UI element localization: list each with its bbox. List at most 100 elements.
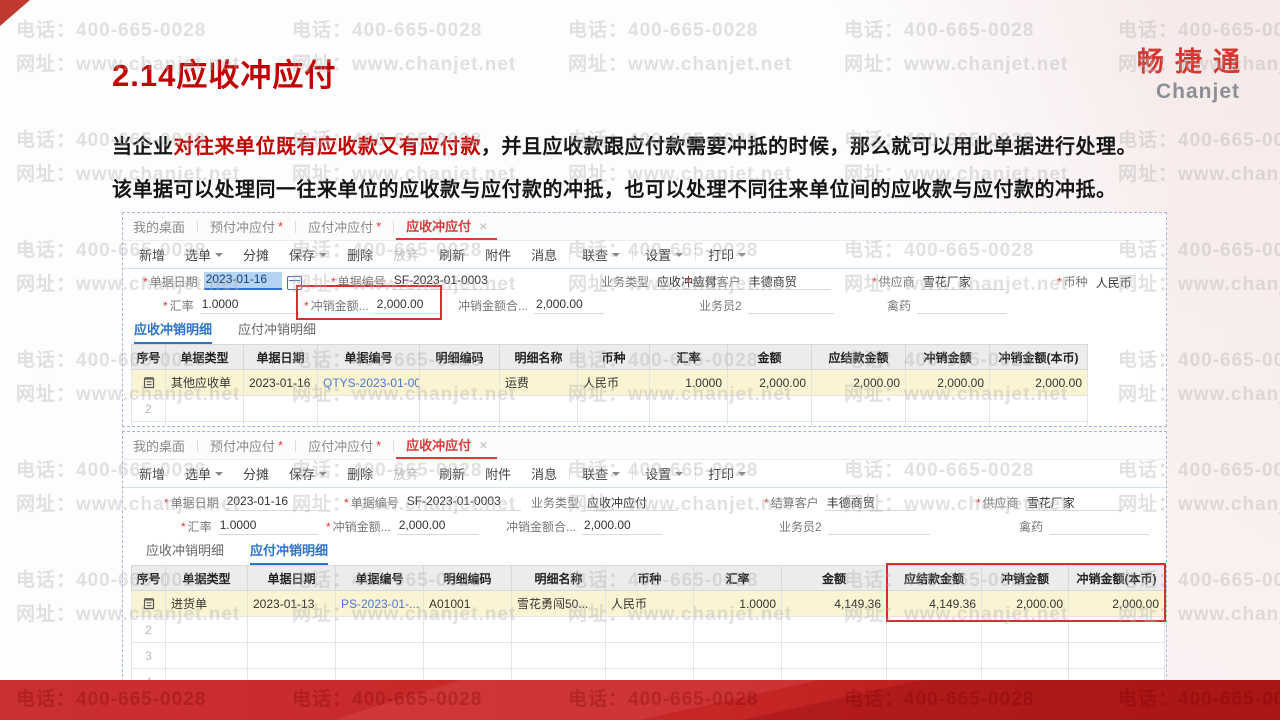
tab-separator <box>393 439 395 452</box>
currency-input[interactable]: 人民币 <box>1094 274 1154 290</box>
save-button[interactable]: 保存 <box>279 245 337 264</box>
cell-doc-no-link[interactable]: QTYS-2023-01-0002 <box>317 369 420 396</box>
settings-button[interactable]: 设置 <box>635 245 693 264</box>
col-header: 单据日期 <box>247 565 336 591</box>
tab-ar-offset-ap[interactable]: 应收冲应付 × <box>396 213 498 240</box>
writeoff-amount-input[interactable]: 2,000.00 <box>396 518 479 535</box>
field-doc-date: * 单据日期 2023-01-16 <box>164 493 317 511</box>
save-button[interactable]: 保存 <box>279 464 337 483</box>
pick-order-button[interactable]: 选单 <box>175 464 233 483</box>
subtab-ap-detail[interactable]: 应付冲销明细 <box>238 319 316 344</box>
annotation-box-writeoff-field <box>296 285 442 320</box>
customer-input[interactable]: 丰德商贸 <box>746 273 831 290</box>
discard-button: 放弃 <box>383 245 429 264</box>
cell-amount: 2,000.00 <box>727 369 812 396</box>
split-button[interactable]: 分摊 <box>233 245 279 264</box>
dirty-marker: * <box>278 219 284 234</box>
field-label: 结算客户 <box>692 275 741 289</box>
print-button[interactable]: 打印 <box>698 245 756 264</box>
linked-query-button[interactable]: 联查 <box>572 245 630 264</box>
attachment-button[interactable]: 附件 <box>475 464 521 483</box>
required-marker: * <box>976 496 981 510</box>
col-header: 冲销金额(本币) <box>989 344 1088 370</box>
tab-bar: 我的桌面 预付冲应付 * 应付冲应付 * 应收冲应付 × <box>123 213 1166 241</box>
required-marker: * <box>764 496 769 510</box>
writeoff-total-input[interactable]: 2,000.00 <box>582 518 663 535</box>
field-label: 禽药 <box>1019 520 1044 534</box>
field-label: 汇率 <box>169 299 194 313</box>
subtab-ar-detail[interactable]: 应收冲销明细 <box>134 319 213 344</box>
delete-button[interactable]: 删除 <box>337 464 383 483</box>
biz-type-input[interactable]: 应收冲应付 <box>585 494 678 511</box>
cell-empty <box>693 616 782 643</box>
qinyao-input[interactable] <box>917 297 1008 314</box>
tab-my-desktop[interactable]: 我的桌面 <box>123 433 195 458</box>
linked-query-button[interactable]: 联查 <box>572 464 630 483</box>
drill-icon[interactable] <box>143 598 155 610</box>
qinyao-input[interactable] <box>1049 518 1150 535</box>
new-button[interactable]: 新增 <box>129 464 175 483</box>
drill-icon[interactable] <box>143 377 155 389</box>
field-writeoff-total: 冲销金额合... 2,000.00 <box>506 517 663 535</box>
tab-label: 应付冲应付 <box>308 439 374 454</box>
field-salesman: 业务员2 <box>779 517 930 535</box>
doc-date-input[interactable]: 2023-01-16 <box>224 494 317 511</box>
cell-amount: 4,149.36 <box>781 590 887 617</box>
tab-close-icon[interactable]: × <box>479 218 487 234</box>
cell-empty <box>247 616 336 643</box>
col-header: 序号 <box>131 344 166 370</box>
button-label: 消息 <box>531 248 558 263</box>
field-biz-type: 业务类型 应收冲应付 <box>531 493 678 511</box>
tab-ap-offset[interactable]: 应付冲应付 * <box>298 433 391 458</box>
new-button[interactable]: 新增 <box>129 245 175 264</box>
attachment-button[interactable]: 附件 <box>475 245 521 264</box>
tab-prepay-offset[interactable]: 预付冲应付 * <box>200 214 293 239</box>
message-button[interactable]: 消息 <box>521 245 567 264</box>
button-label: 选单 <box>185 467 212 482</box>
tab-ap-offset[interactable]: 应付冲应付 * <box>298 214 391 239</box>
refresh-button[interactable]: 刷新 <box>429 245 475 264</box>
tab-my-desktop[interactable]: 我的桌面 <box>123 214 195 239</box>
exchange-rate-input[interactable]: 1.0000 <box>199 297 296 314</box>
salesman-input[interactable] <box>747 297 834 314</box>
table-row[interactable]: 其他应收单 2023-01-16 QTYS-2023-01-0002 运费 人民… <box>131 369 1088 396</box>
body-line1-post: ，并且应收款跟应付款需要冲抵的时候，那么就可以用此单据进行处理。 <box>481 136 1137 158</box>
footer-watermarks: 电话：400-665-0028网址：www.chanjet.net 电话：400-… <box>0 680 1280 720</box>
subtab-ar-detail[interactable]: 应收冲销明细 <box>146 540 224 565</box>
writeoff-total-input[interactable]: 2,000.00 <box>534 297 605 314</box>
cell-detail-code: A01001 <box>423 590 512 617</box>
col-header: 明细编码 <box>419 344 500 370</box>
tab-prepay-offset[interactable]: 预付冲应付 * <box>200 433 293 458</box>
cell-empty <box>727 421 812 426</box>
caret-down-icon <box>215 471 224 476</box>
exchange-rate-input[interactable]: 1.0000 <box>217 518 318 535</box>
vendor-input[interactable]: 雪花厂家 <box>1024 494 1123 511</box>
refresh-button[interactable]: 刷新 <box>429 464 475 483</box>
print-button[interactable]: 打印 <box>698 464 756 483</box>
dirty-marker: * <box>278 438 284 453</box>
settings-button[interactable]: 设置 <box>635 464 693 483</box>
tab-label: 我的桌面 <box>133 439 186 454</box>
dirty-marker: * <box>376 438 382 453</box>
toolbar: 新增 选单 分摊 保存 删除 放弃 刷新 附件 消息 联查 设置 打印 <box>123 460 1166 488</box>
tab-close-icon[interactable]: × <box>479 437 487 453</box>
doc-date-input[interactable]: 2023-01-16 <box>203 272 282 290</box>
vendor-input[interactable]: 雪花厂家 <box>920 273 1005 290</box>
caret-down-icon <box>612 471 621 476</box>
split-button[interactable]: 分摊 <box>233 464 279 483</box>
pick-order-button[interactable]: 选单 <box>175 245 233 264</box>
salesman-input[interactable] <box>827 518 930 535</box>
doc-no-input[interactable]: SF-2023-01-0003 <box>404 494 521 511</box>
customer-input[interactable]: 丰德商贸 <box>824 494 915 511</box>
delete-button[interactable]: 删除 <box>337 245 383 264</box>
tab-ar-offset-ap[interactable]: 应收冲应付 × <box>396 432 498 459</box>
button-label: 刷新 <box>439 467 466 482</box>
table-row-empty: 3 <box>131 421 1088 426</box>
cell-doc-no-link[interactable]: PS-2023-01-... <box>335 590 424 617</box>
table-row-empty: 2 <box>131 395 1088 422</box>
subtab-ap-detail[interactable]: 应付冲销明细 <box>250 540 329 565</box>
message-button[interactable]: 消息 <box>521 464 567 483</box>
cell-empty <box>317 395 420 422</box>
discard-button: 放弃 <box>383 464 429 483</box>
button-label: 保存 <box>289 248 316 263</box>
